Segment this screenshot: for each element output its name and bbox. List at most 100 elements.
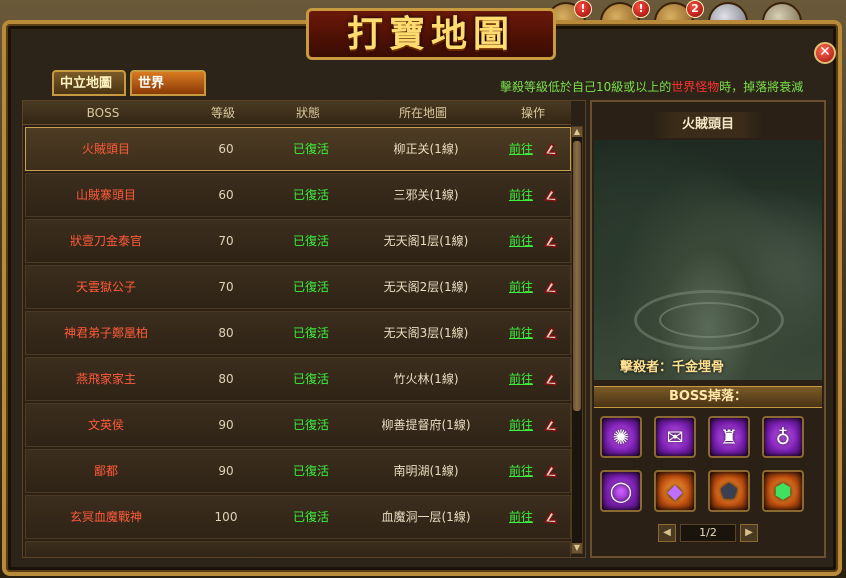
item-glyph: ◯ [609,479,633,503]
boss-level: 70 [218,234,234,248]
fly-shoe-icon[interactable] [542,508,560,526]
ring-icon[interactable]: ◯ [600,470,642,512]
boss-detail-name: 火賊頭目 [651,112,764,138]
table-row[interactable]: 山賊寨頭目 60 已復活 三邪关(1線) 前往 [25,173,571,217]
boss-name: 玄冥血魔戰神 [69,510,142,524]
item-glyph: ✺ [612,425,630,449]
boss-status: 已復活 [292,188,329,202]
boss-status: 已復活 [292,234,329,248]
table-row[interactable]: 狀壹刀金泰官 70 已復活 无天阁1层(1線) 前往 [25,219,571,263]
drop-penalty-notice: 擊殺等級低於自己10級或以上的世界怪物時，掉落將衰減 [500,78,803,95]
close-button[interactable]: ✕ [814,42,836,64]
page-indicator: 1/2 [680,524,736,542]
item-glyph: ♁ [775,425,791,449]
scroll-icon[interactable]: ✉ [654,416,696,458]
boss-map: 无天阁2层(1線) [383,280,469,294]
gem-purple-icon[interactable]: ◆ [654,470,696,512]
boss-name: 文英侯 [87,418,124,432]
necklace-icon[interactable]: ♁ [762,416,804,458]
fly-shoe-icon[interactable] [542,416,560,434]
goto-link[interactable]: 前往 [496,404,546,446]
item-glyph: ✉ [666,425,684,449]
table-row[interactable]: 玄冥血魔戰神 100 已復活 血魔洞一层(1線) 前往 [25,495,571,539]
goto-link[interactable]: 前往 [496,220,546,262]
boss-name: 山賊寨頭目 [75,188,136,202]
boss-map: 南明湖(1線) [393,464,459,478]
boss-portrait [594,140,822,380]
boss-map: 柳正关(1線) [393,142,459,156]
item-glyph: ⬟ [720,479,738,503]
fly-shoe-icon[interactable] [542,462,560,480]
table-row[interactable]: 天雲獄公子 70 已復活 无天阁2层(1線) 前往 [25,265,571,309]
boss-level: 90 [218,418,234,432]
fly-shoe-icon[interactable] [542,370,560,388]
item-glyph: ◆ [667,479,683,503]
column-header-action: 操作 [520,106,545,120]
purple-orb-icon[interactable]: ✺ [600,416,642,458]
hud-badge: ! [632,0,650,18]
boss-status: 已復活 [292,464,329,478]
boss-status: 已復活 [292,326,329,340]
boss-level: 70 [218,280,234,294]
item-glyph: ⬢ [774,479,792,503]
table-row[interactable]: 燕飛家家主 80 已復活 竹火林(1線) 前往 [25,357,571,401]
table-row[interactable]: 文英侯 90 已復活 柳善提督府(1線) 前往 [25,403,571,447]
tab-neutral-map[interactable]: 中立地圖 [52,70,126,96]
goto-link[interactable]: 前往 [496,266,546,308]
goto-link[interactable]: 前往 [496,128,546,170]
boss-level: 60 [218,188,234,202]
boss-name: 火賊頭目 [81,142,130,156]
goto-link[interactable]: 前往 [496,312,546,354]
fly-shoe-icon[interactable] [542,232,560,250]
tab-world-boss[interactable]: 世界Boss [130,70,206,115]
notice-prefix: 擊殺等級低於自己10級或以上的 [500,80,672,94]
item-glyph: ♜ [720,425,738,449]
boss-name: 狀壹刀金泰官 [69,234,142,248]
boss-map: 无天阁3层(1線) [383,326,469,340]
scroll-down-icon[interactable]: ▼ [572,543,582,553]
column-header-level: 等級 [210,106,235,120]
boss-level: 90 [218,464,234,478]
notice-suffix: 時，掉落將衰減 [719,80,804,94]
boss-map: 柳善提督府(1線) [381,418,471,432]
table-row[interactable]: 神君弟子鄭凰柏 80 已復活 无天阁3层(1線) 前往 [25,311,571,355]
boss-status: 已復活 [292,280,329,294]
boots-icon[interactable]: ♜ [708,416,750,458]
column-header-map: 所在地圖 [398,106,447,120]
goto-link[interactable]: 前往 [496,450,546,492]
scroll-up-icon[interactable]: ▲ [572,127,582,137]
boss-list: 火賊頭目 60 已復活 柳正关(1線) 前往 山賊寨頭目 60 已復活 三邪关(… [25,127,571,557]
boss-table: BOSS 等級 狀態 所在地圖 操作 火賊頭目 60 已復活 柳正关(1線) 前… [22,100,586,558]
fly-shoe-icon[interactable] [542,186,560,204]
notice-highlight: 世界怪物 [671,80,720,94]
gem-green-icon[interactable]: ⬢ [762,470,804,512]
gem-dark-icon[interactable]: ⬟ [708,470,750,512]
next-page-button[interactable]: ▶ [740,524,758,542]
title-banner: 打寶地圖 [306,8,556,60]
column-header-boss: BOSS [86,106,120,120]
boss-map: 三邪关(1線) [393,188,459,202]
prev-page-button[interactable]: ◀ [658,524,676,542]
goto-link[interactable]: 前往 [496,358,546,400]
boss-map: 竹火林(1線) [393,372,459,386]
scroll-thumb[interactable] [573,141,581,411]
boss-name: 天雲獄公子 [75,280,136,294]
table-scrollbar[interactable]: ▲ ▼ [571,126,583,554]
boss-detail-panel: 火賊頭目 擊殺者：千金埋骨 BOSS掉落： ✺ ✉ ♜ ♁ ◯ ◆ ⬟ ⬢ ◀ … [590,100,826,558]
boss-level: 80 [218,326,234,340]
boss-status: 已復活 [292,372,329,386]
fly-shoe-icon[interactable] [542,140,560,158]
boss-level: 80 [218,372,234,386]
table-header: BOSS 等級 狀態 所在地圖 操作 [23,101,571,125]
table-row[interactable]: 火賊頭目 60 已復活 柳正关(1線) 前往 [25,127,571,171]
goto-link[interactable]: 前往 [496,496,546,538]
magic-circle-inner [659,302,759,338]
column-header-status: 狀態 [295,106,320,120]
boss-map: 血魔洞一层(1線) [381,510,471,524]
fly-shoe-icon[interactable] [542,278,560,296]
boss-level: 100 [214,510,238,524]
boss-status: 已復活 [292,142,329,156]
table-row[interactable]: 鄙都 90 已復活 南明湖(1線) 前往 [25,449,571,493]
goto-link[interactable]: 前往 [496,174,546,216]
fly-shoe-icon[interactable] [542,324,560,342]
